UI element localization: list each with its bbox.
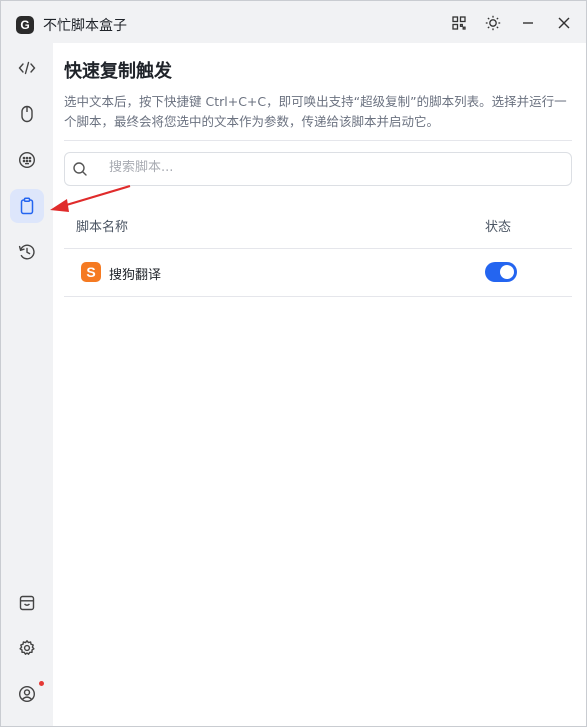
page-description: 选中文本后，按下快捷键 Ctrl+C+C，即可唤出支持“超级复制”的脚本列表。选… xyxy=(64,94,567,129)
clipboard-icon xyxy=(20,197,34,215)
history-icon xyxy=(18,244,35,260)
theme-toggle-button[interactable] xyxy=(480,10,506,36)
page-title: 快速复制触发 xyxy=(64,61,172,82)
user-icon xyxy=(18,685,36,703)
search-icon xyxy=(72,161,88,181)
row-icon-letter: S xyxy=(86,264,96,280)
minimize-icon xyxy=(523,22,533,24)
column-header-status: 状态 xyxy=(485,220,512,235)
sidebar-item-settings[interactable] xyxy=(10,631,44,665)
app-window: G 不忙脚本盒子 快速复制触发 选中文本后，按下快捷键 Ctrl+C+C，即可唤… xyxy=(0,0,587,727)
mouse-icon xyxy=(21,105,33,123)
table-row-divider xyxy=(64,296,572,297)
minimize-button[interactable] xyxy=(515,10,541,36)
sidebar-item-mouse[interactable] xyxy=(10,97,44,131)
search-box[interactable] xyxy=(64,152,572,186)
keyboard-icon xyxy=(18,151,36,169)
close-button[interactable] xyxy=(551,10,577,36)
sidebar-item-scripts[interactable] xyxy=(10,51,44,85)
search-input[interactable] xyxy=(109,160,509,175)
column-header-name: 脚本名称 xyxy=(76,220,129,235)
sidebar-item-history[interactable] xyxy=(10,235,44,269)
header-divider xyxy=(64,140,572,141)
sidebar-item-store[interactable] xyxy=(10,586,44,620)
script-name: 搜狗翻译 xyxy=(109,268,162,283)
sogou-icon: S xyxy=(81,262,101,282)
grid-view-button[interactable] xyxy=(446,10,472,36)
close-icon xyxy=(558,17,570,29)
table-row: S 搜狗翻译 xyxy=(64,249,572,296)
code-icon xyxy=(18,61,36,75)
sidebar-item-account[interactable] xyxy=(10,677,44,711)
title-bar: G 不忙脚本盒子 xyxy=(1,1,586,43)
toggle-knob xyxy=(500,265,514,279)
window-title: 不忙脚本盒子 xyxy=(43,18,127,34)
app-logo-letter: G xyxy=(20,18,30,32)
store-icon xyxy=(19,595,35,611)
notification-dot xyxy=(39,681,44,686)
gear-icon xyxy=(19,640,35,655)
status-toggle[interactable] xyxy=(485,262,517,282)
sidebar xyxy=(1,43,53,726)
sidebar-item-keyboard[interactable] xyxy=(10,143,44,177)
sidebar-item-clipboard[interactable] xyxy=(10,189,44,223)
grid-icon xyxy=(452,16,466,30)
app-logo: G xyxy=(16,16,34,34)
sun-icon xyxy=(485,15,501,31)
main-panel: 快速复制触发 选中文本后，按下快捷键 Ctrl+C+C，即可唤出支持“超级复制”… xyxy=(53,43,586,726)
